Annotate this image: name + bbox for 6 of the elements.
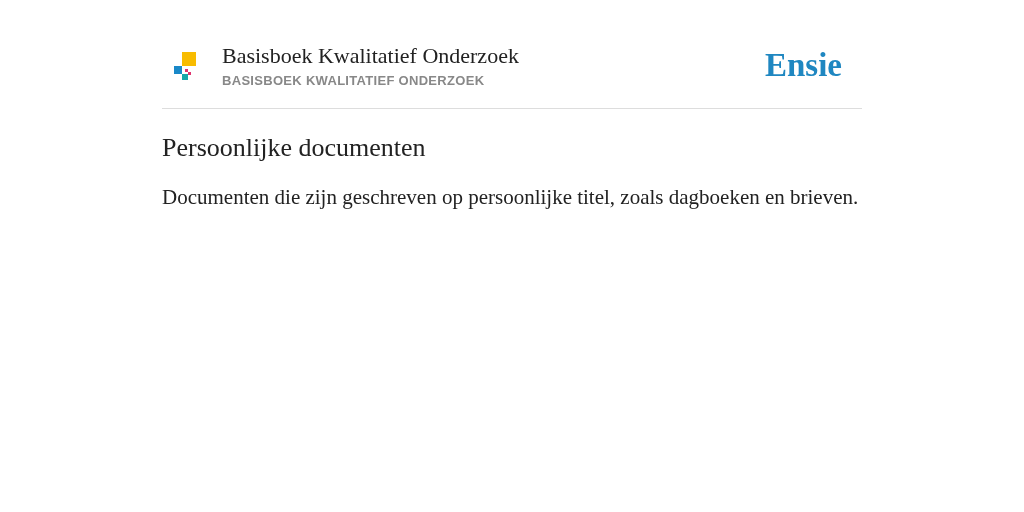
entry-heading: Persoonlijke documenten bbox=[162, 133, 427, 163]
site-title: Basisboek Kwalitatief Onderzoek bbox=[222, 43, 520, 69]
brand-logo[interactable]: Ensie bbox=[764, 47, 842, 84]
entry-definition: Documenten die zijn geschreven op persoonlijke titel, zoals dagboeken en brieven. bbox=[162, 184, 860, 211]
site-subtitle: BASISBOEK KWALITATIEF ONDERZOEK bbox=[222, 73, 486, 88]
logo-icon bbox=[174, 51, 196, 80]
